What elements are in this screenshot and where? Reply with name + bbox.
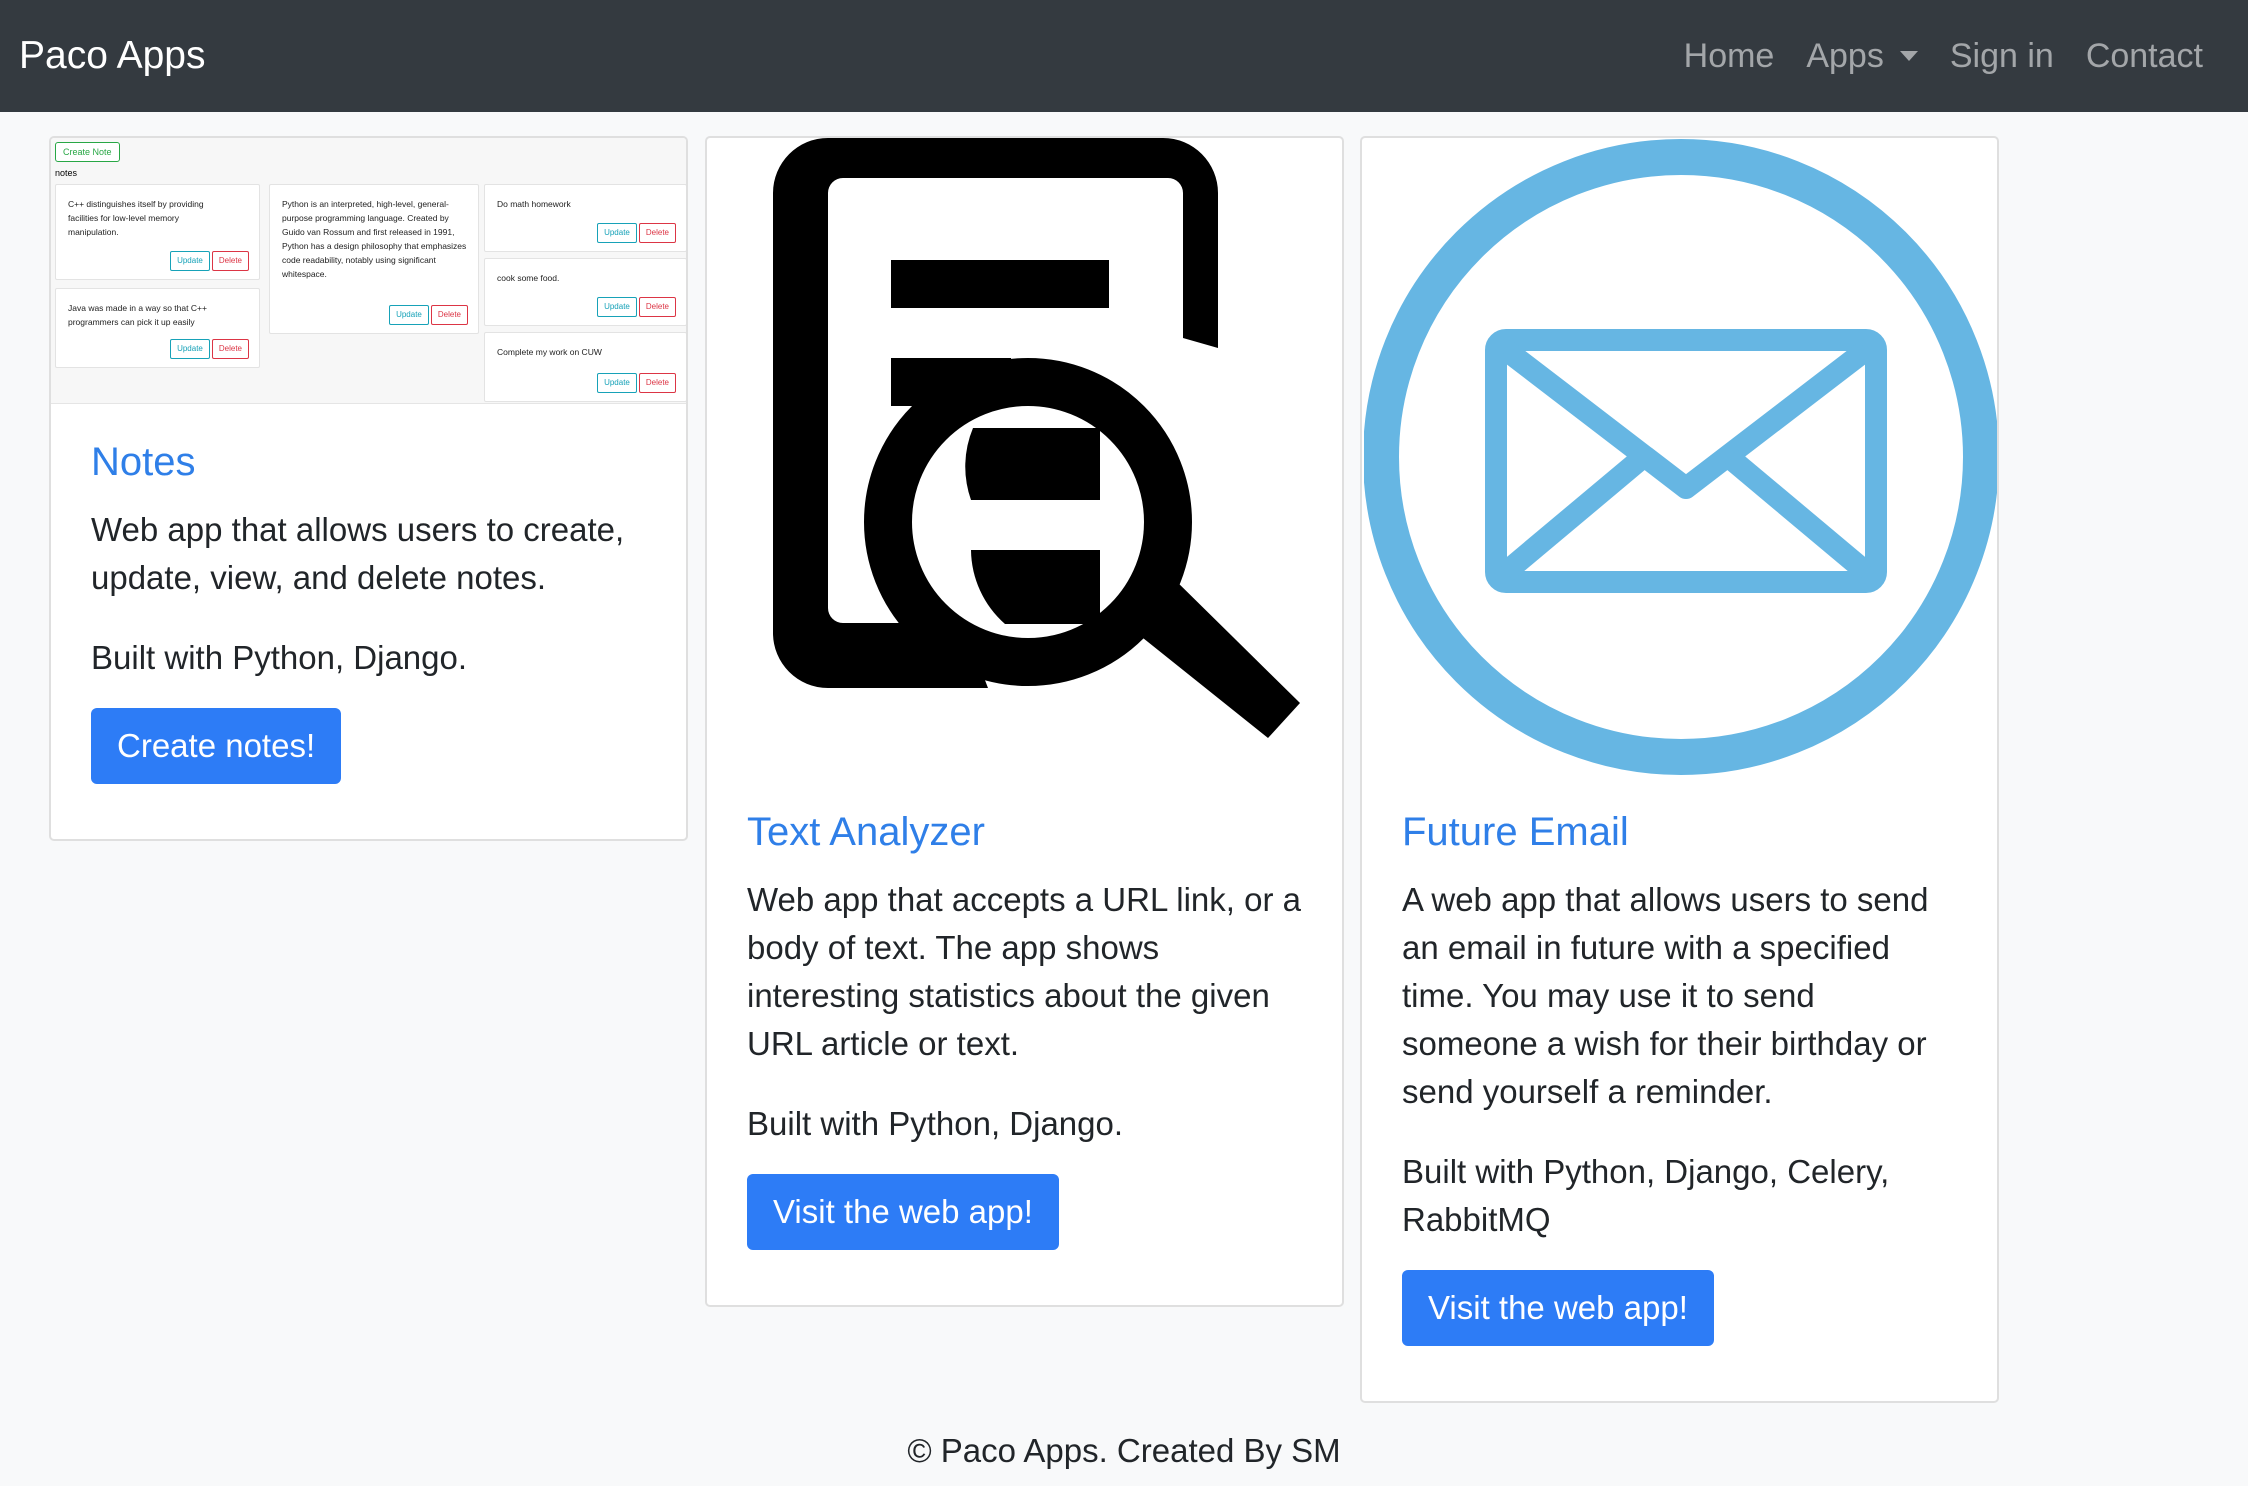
preview-note-text: Do math homework bbox=[497, 199, 571, 209]
preview-note-text: Complete my work on CUW bbox=[497, 347, 602, 357]
preview-delete-button: Delete bbox=[638, 373, 676, 393]
nav-apps-dropdown[interactable]: Apps bbox=[1790, 37, 1934, 76]
notes-built-with: Built with Python, Django. bbox=[91, 639, 468, 676]
preview-update-button: Update bbox=[170, 251, 210, 271]
notes-preview-image: Create Note notes C++ distinguishes itse… bbox=[51, 138, 686, 404]
future-email-description: A web app that allows users to send an e… bbox=[1402, 881, 1929, 1110]
notes-description: Web app that allows users to create, upd… bbox=[91, 511, 625, 596]
preview-create-note-button: Create Note bbox=[55, 142, 120, 162]
preview-delete-button: Delete bbox=[211, 251, 249, 271]
future-email-visit-button[interactable]: Visit the web app! bbox=[1402, 1270, 1714, 1346]
preview-delete-button: Delete bbox=[211, 339, 249, 359]
preview-update-button: Update bbox=[597, 297, 637, 317]
nav-apps-label: Apps bbox=[1806, 36, 1884, 75]
document-search-icon bbox=[773, 138, 1300, 738]
preview-note: Do math homework Update Delete bbox=[484, 184, 686, 252]
future-email-built-with: Built with Python, Django, Celery, Rabbi… bbox=[1402, 1153, 1890, 1238]
future-email-card: Future Email A web app that allows users… bbox=[1360, 136, 1999, 1403]
preview-note: C++ distinguishes itself by providing fa… bbox=[55, 184, 260, 280]
notes-card: Create Note notes C++ distinguishes itse… bbox=[49, 136, 688, 841]
navbar: Paco Apps Home Apps Sign in Contact bbox=[0, 0, 2248, 112]
caret-down-icon bbox=[1899, 51, 1918, 61]
nav-links: Home Apps Sign in Contact bbox=[1668, 0, 2219, 112]
preview-delete-button: Delete bbox=[430, 305, 468, 325]
preview-delete-button: Delete bbox=[638, 297, 676, 317]
text-analyzer-built-with: Built with Python, Django. bbox=[747, 1105, 1124, 1142]
create-notes-button[interactable]: Create notes! bbox=[91, 708, 342, 784]
text-analyzer-card: Text Analyzer Web app that accepts a URL… bbox=[705, 136, 1344, 1307]
text-analyzer-visit-button[interactable]: Visit the web app! bbox=[747, 1174, 1059, 1250]
preview-update-button: Update bbox=[170, 339, 210, 359]
future-email-title[interactable]: Future Email bbox=[1402, 808, 1957, 856]
nav-contact[interactable]: Contact bbox=[2070, 37, 2219, 76]
preview-note-text: Python is an interpreted, high-level, ge… bbox=[282, 199, 467, 279]
preview-note-text: Java was made in a way so that C++ progr… bbox=[68, 303, 207, 327]
preview-note: Python is an interpreted, high-level, ge… bbox=[269, 184, 479, 334]
text-analyzer-title[interactable]: Text Analyzer bbox=[747, 808, 1302, 856]
preview-delete-button: Delete bbox=[638, 223, 676, 243]
preview-note-text: C++ distinguishes itself by providing fa… bbox=[68, 199, 204, 237]
nav-home[interactable]: Home bbox=[1668, 37, 1791, 76]
preview-note: Java was made in a way so that C++ progr… bbox=[55, 288, 260, 368]
envelope-circle-icon bbox=[1364, 139, 1997, 775]
preview-heading: notes bbox=[55, 168, 78, 178]
preview-update-button: Update bbox=[389, 305, 429, 325]
text-analyzer-description: Web app that accepts a URL link, or a bo… bbox=[747, 881, 1301, 1062]
preview-note: cook some food. Update Delete bbox=[484, 258, 686, 326]
preview-update-button: Update bbox=[597, 223, 637, 243]
brand-link[interactable]: Paco Apps bbox=[19, 0, 205, 112]
preview-note: Complete my work on CUW Update Delete bbox=[484, 332, 686, 402]
nav-signin[interactable]: Sign in bbox=[1934, 37, 2070, 76]
notes-title[interactable]: Notes bbox=[91, 438, 646, 486]
preview-update-button: Update bbox=[597, 373, 637, 393]
footer-text: © Paco Apps. Created By SM bbox=[907, 1432, 1341, 1469]
preview-note-text: cook some food. bbox=[497, 273, 560, 283]
